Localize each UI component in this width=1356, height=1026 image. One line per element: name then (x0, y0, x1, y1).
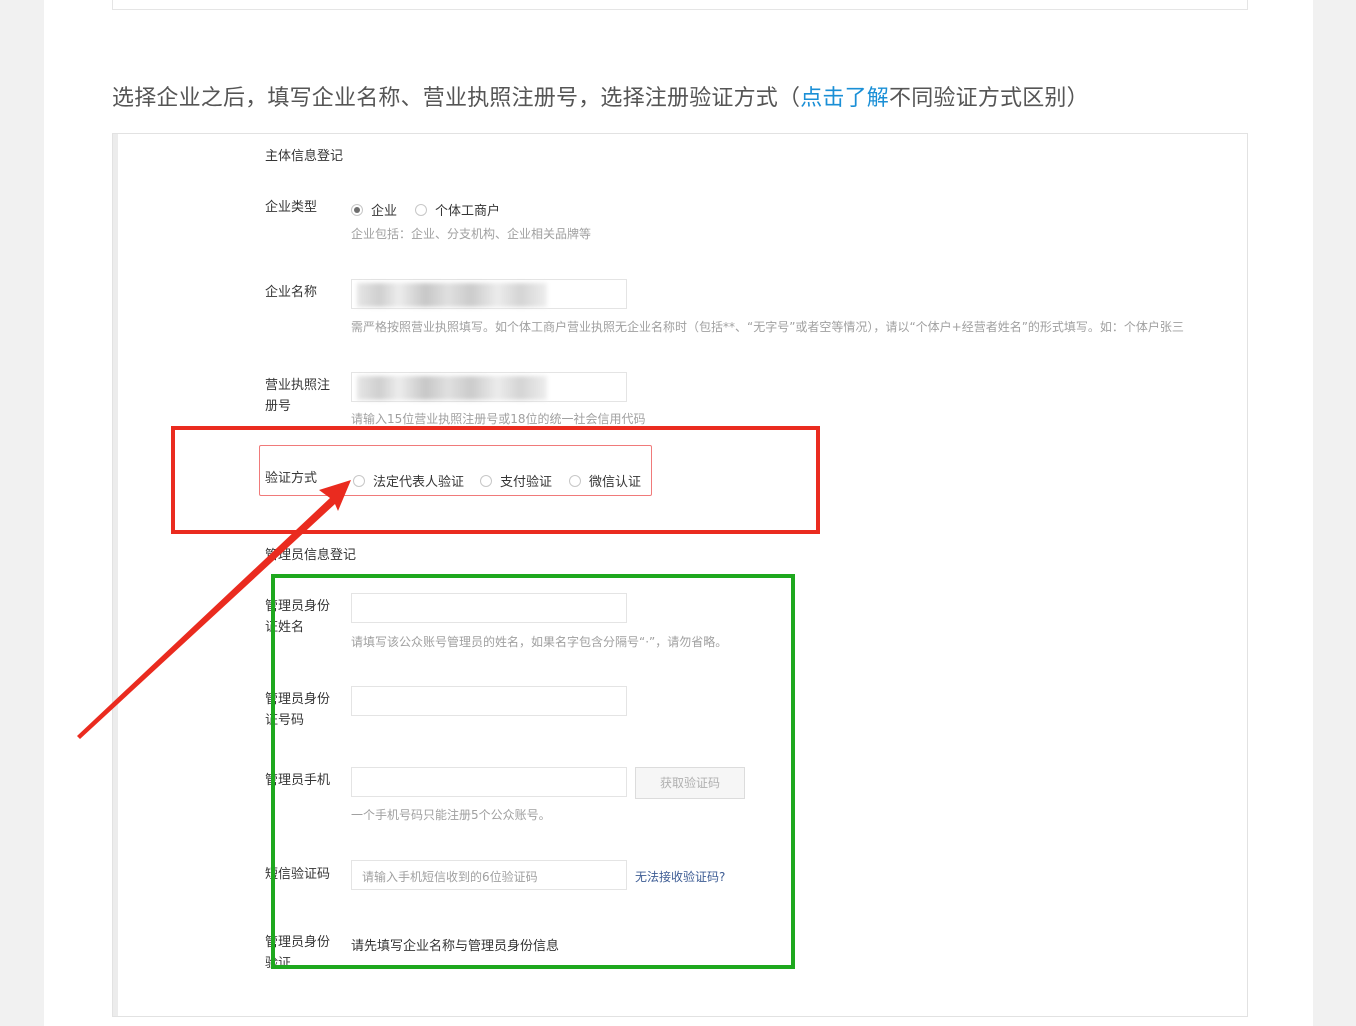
admin-phone-input[interactable] (351, 767, 627, 797)
admin-name-label-line1: 管理员身份 (265, 599, 331, 614)
redacted-value (357, 283, 547, 307)
radio-unchecked-icon (569, 475, 581, 487)
intro-paragraph: 选择企业之后，填写企业名称、营业执照注册号，选择注册验证方式（点击了解不同验证方… (112, 80, 1089, 112)
radio-enterprise[interactable]: 企业 (351, 200, 397, 219)
radio-payment-verify[interactable]: 支付验证 (480, 471, 552, 490)
sms-code-input[interactable]: 请输入手机短信收到的6位验证码 (351, 860, 627, 890)
license-number-input[interactable] (351, 372, 627, 402)
enterprise-name-hint: 需严格按照营业执照填写。如个体工商户营业执照无企业名称时（包括**、“无字号”或… (351, 320, 1184, 334)
radio-individual-label: 个体工商户 (435, 204, 501, 219)
admin-name-label-line2: 证姓名 (265, 620, 305, 635)
radio-unchecked-icon (415, 204, 427, 216)
radio-unchecked-icon (353, 475, 365, 487)
license-number-hint: 请输入15位营业执照注册号或18位的统一社会信用代码 (351, 412, 646, 426)
intro-text-before: 选择企业之后，填写企业名称、营业执照注册号，选择注册验证方式（ (112, 86, 801, 111)
radio-individual-business[interactable]: 个体工商户 (415, 200, 500, 219)
legal-rep-verify-label: 法定代表人验证 (373, 475, 465, 490)
cant-receive-code-link[interactable]: 无法接收验证码? (635, 868, 725, 885)
admin-verify-label-line2: 验证 (265, 956, 292, 971)
admin-verify-label: 管理员身份 验证 (265, 932, 330, 974)
admin-name-label: 管理员身份 证姓名 (265, 596, 330, 638)
admin-phone-hint: 一个手机号码只能注册5个公众账号。 (351, 808, 551, 822)
admin-id-label-line1: 管理员身份 (265, 692, 331, 707)
admin-section-title: 管理员信息登记 (265, 548, 357, 563)
admin-id-label-line2: 证号码 (265, 713, 305, 728)
previous-screenshot-edge (112, 0, 1248, 10)
admin-name-input[interactable] (351, 593, 627, 623)
wechat-verify-label: 微信认证 (589, 475, 642, 490)
enterprise-name-label: 企业名称 (265, 285, 318, 300)
redacted-value (357, 376, 547, 400)
enterprise-name-input[interactable] (351, 279, 627, 309)
admin-verify-value: 请先填写企业名称与管理员身份信息 (351, 939, 560, 954)
radio-wechat-verify[interactable]: 微信认证 (569, 471, 641, 490)
radio-checked-icon (351, 204, 363, 216)
radio-legal-rep-verify[interactable]: 法定代表人验证 (353, 471, 464, 490)
admin-verify-label-line1: 管理员身份 (265, 935, 331, 950)
registration-form-screenshot: 主体信息登记 企业类型 企业 个体工商户 企业包括：企业、分支机构、企业相关品牌… (112, 133, 1248, 1017)
license-number-label: 营业执照注 册号 (265, 375, 330, 417)
learn-more-link[interactable]: 点击了解 (800, 86, 889, 111)
radio-enterprise-label: 企业 (371, 204, 398, 219)
admin-name-hint: 请填写该公众账号管理员的姓名，如果名字包含分隔号“·”，请勿省略。 (351, 635, 728, 649)
radio-unchecked-icon (480, 475, 492, 487)
license-label-line1: 营业执照注 (265, 378, 331, 393)
admin-id-label: 管理员身份 证号码 (265, 689, 330, 731)
admin-id-input[interactable] (351, 686, 627, 716)
get-code-button[interactable]: 获取验证码 (635, 767, 745, 799)
verify-method-label: 验证方式 (265, 471, 318, 486)
license-label-line2: 册号 (265, 399, 292, 414)
sms-code-placeholder: 请输入手机短信收到的6位验证码 (362, 870, 538, 884)
subject-section-title: 主体信息登记 (265, 149, 344, 164)
screenshot-left-border (113, 134, 118, 1016)
enterprise-type-label: 企业类型 (265, 200, 318, 215)
enterprise-type-hint: 企业包括：企业、分支机构、企业相关品牌等 (351, 227, 592, 241)
sms-code-label: 短信验证码 (265, 867, 331, 882)
admin-phone-label: 管理员手机 (265, 773, 331, 788)
payment-verify-label: 支付验证 (500, 475, 553, 490)
intro-text-after: 不同验证方式区别） (889, 86, 1089, 111)
